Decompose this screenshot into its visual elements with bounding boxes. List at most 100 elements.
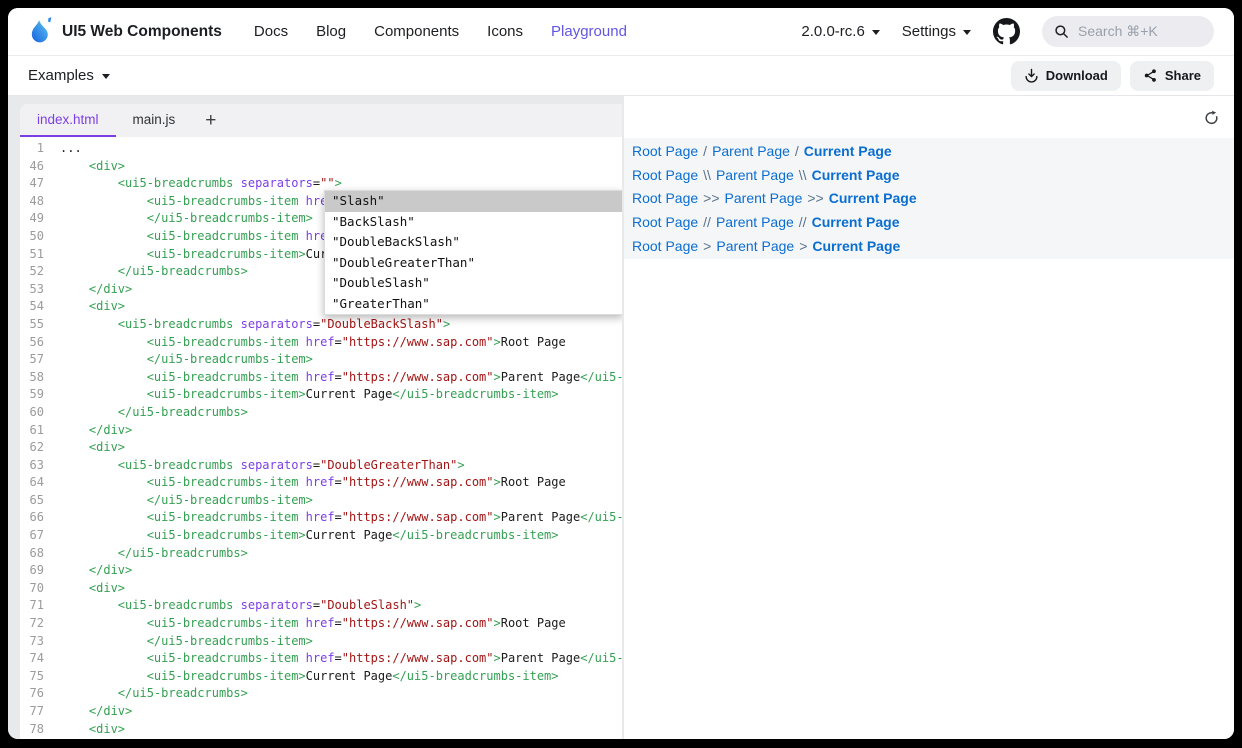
github-icon	[993, 18, 1020, 45]
breadcrumb-link[interactable]: Root Page	[632, 190, 698, 206]
line-number: 51	[20, 246, 44, 264]
line-number: 67	[20, 527, 44, 545]
github-link[interactable]	[993, 18, 1020, 45]
breadcrumb-separator: >>	[807, 190, 823, 206]
refresh-icon	[1203, 109, 1220, 126]
app-window: UI5 Web Components Docs Blog Components Ico…	[8, 8, 1234, 739]
code-line: 1...	[20, 140, 622, 158]
breadcrumb-link[interactable]: Root Page	[632, 214, 698, 230]
search-input[interactable]: Search ⌘+K	[1042, 16, 1214, 47]
breadcrumb-link[interactable]: Root Page	[632, 238, 698, 254]
preview-toolbar	[624, 96, 1234, 138]
line-number: 1	[20, 140, 44, 158]
site-header: UI5 Web Components Docs Blog Components Ico…	[8, 8, 1234, 56]
tab-index-html[interactable]: index.html	[20, 104, 116, 137]
breadcrumb-current-page: Current Page	[812, 214, 900, 230]
line-number: 52	[20, 263, 44, 281]
nav-item-blog[interactable]: Blog	[316, 23, 346, 40]
line-number: 48	[20, 193, 44, 211]
download-icon	[1024, 68, 1039, 83]
line-number: 68	[20, 545, 44, 563]
chevron-down-icon	[872, 30, 880, 35]
line-number: 74	[20, 650, 44, 668]
share-label: Share	[1165, 68, 1201, 83]
search-placeholder: Search ⌘+K	[1078, 23, 1158, 40]
code-line: 77 </div>	[20, 703, 622, 721]
line-number: 46	[20, 158, 44, 176]
line-number: 49	[20, 210, 44, 228]
breadcrumb-separator: //	[703, 214, 711, 230]
code-editor[interactable]: 1...46 <div>47 <ui5-breadcrumbs separato…	[20, 137, 622, 739]
breadcrumb: Root Page>>Parent Page>>Current Page	[624, 187, 1234, 211]
autocomplete-option[interactable]: "GreaterThan"	[325, 294, 622, 315]
line-number: 55	[20, 316, 44, 334]
breadcrumb-separator: /	[703, 143, 707, 159]
settings-dropdown[interactable]: Settings	[902, 23, 971, 40]
line-number: 69	[20, 562, 44, 580]
settings-label: Settings	[902, 23, 956, 40]
breadcrumb-link[interactable]: Parent Page	[716, 238, 794, 254]
breadcrumb-separator: //	[799, 214, 807, 230]
line-number: 61	[20, 422, 44, 440]
autocomplete-option[interactable]: "Slash"	[325, 191, 622, 212]
breadcrumb-link[interactable]: Parent Page	[716, 214, 794, 230]
code-line: 62 <div>	[20, 439, 622, 457]
breadcrumb-separator: >>	[703, 190, 719, 206]
line-number: 60	[20, 404, 44, 422]
search-icon	[1054, 24, 1069, 39]
breadcrumb-link[interactable]: Parent Page	[712, 143, 790, 159]
code-line: 67 <ui5-breadcrumbs-item>Current Page</u…	[20, 527, 622, 545]
version-dropdown[interactable]: 2.0.0-rc.6	[801, 23, 879, 40]
header-right: 2.0.0-rc.6 Settings	[801, 16, 1214, 47]
share-icon	[1143, 68, 1158, 83]
nav-item-docs[interactable]: Docs	[254, 23, 288, 40]
refresh-button[interactable]	[1203, 109, 1220, 126]
line-number: 66	[20, 509, 44, 527]
code-line: 56 <ui5-breadcrumbs-item href="https://w…	[20, 334, 622, 352]
line-number: 76	[20, 685, 44, 703]
add-tab-button[interactable]: +	[192, 104, 229, 137]
breadcrumb-separator: >	[799, 238, 807, 254]
brand-link[interactable]: UI5 Web Components	[28, 17, 222, 46]
breadcrumb-link[interactable]: Parent Page	[716, 167, 794, 183]
code-line: 71 <ui5-breadcrumbs separators="DoubleSl…	[20, 597, 622, 615]
line-number: 53	[20, 281, 44, 299]
toolbar-actions: Download Share	[1011, 61, 1214, 91]
main-nav: Docs Blog Components Icons Playground	[254, 23, 627, 40]
breadcrumb-link[interactable]: Root Page	[632, 143, 698, 159]
code-line: 72 <ui5-breadcrumbs-item href="https://w…	[20, 615, 622, 633]
version-label: 2.0.0-rc.6	[801, 23, 864, 40]
code-line: 76 </ui5-breadcrumbs>	[20, 685, 622, 703]
code-line: 63 <ui5-breadcrumbs separators="DoubleGr…	[20, 457, 622, 475]
code-line: 73 </ui5-breadcrumbs-item>	[20, 633, 622, 651]
nav-item-components[interactable]: Components	[374, 23, 459, 40]
autocomplete-option[interactable]: "BackSlash"	[325, 212, 622, 233]
editor-panel: index.htmlmain.js + 1...46 <div>47 <ui5-…	[20, 104, 622, 739]
line-number: 57	[20, 351, 44, 369]
code-line: 75 <ui5-breadcrumbs-item>Current Page</u…	[20, 668, 622, 686]
code-line: 64 <ui5-breadcrumbs-item href="https://w…	[20, 474, 622, 492]
code-line: 66 <ui5-breadcrumbs-item href="https://w…	[20, 509, 622, 527]
breadcrumb: Root Page/Parent Page/Current Page	[624, 139, 1234, 163]
autocomplete-option[interactable]: "DoubleSlash"	[325, 273, 622, 294]
line-number: 75	[20, 668, 44, 686]
breadcrumb-link[interactable]: Parent Page	[725, 190, 803, 206]
line-number: 77	[20, 703, 44, 721]
share-button[interactable]: Share	[1130, 61, 1214, 91]
autocomplete-dropdown: "Slash""BackSlash""DoubleBackSlash""Doub…	[324, 190, 622, 315]
code-line: 46 <div>	[20, 158, 622, 176]
autocomplete-option[interactable]: "DoubleBackSlash"	[325, 232, 622, 253]
download-button[interactable]: Download	[1011, 61, 1121, 91]
nav-item-icons[interactable]: Icons	[487, 23, 523, 40]
autocomplete-option[interactable]: "DoubleGreaterThan"	[325, 253, 622, 274]
chevron-down-icon	[963, 30, 971, 35]
code-line: 69 </div>	[20, 562, 622, 580]
nav-item-playground[interactable]: Playground	[551, 23, 627, 40]
line-number: 58	[20, 369, 44, 387]
examples-dropdown[interactable]: Examples	[28, 67, 110, 84]
line-number: 78	[20, 721, 44, 739]
tab-main-js[interactable]: main.js	[116, 104, 193, 137]
breadcrumb-link[interactable]: Root Page	[632, 167, 698, 183]
main-split: index.htmlmain.js + 1...46 <div>47 <ui5-…	[8, 96, 1234, 739]
line-number: 71	[20, 597, 44, 615]
